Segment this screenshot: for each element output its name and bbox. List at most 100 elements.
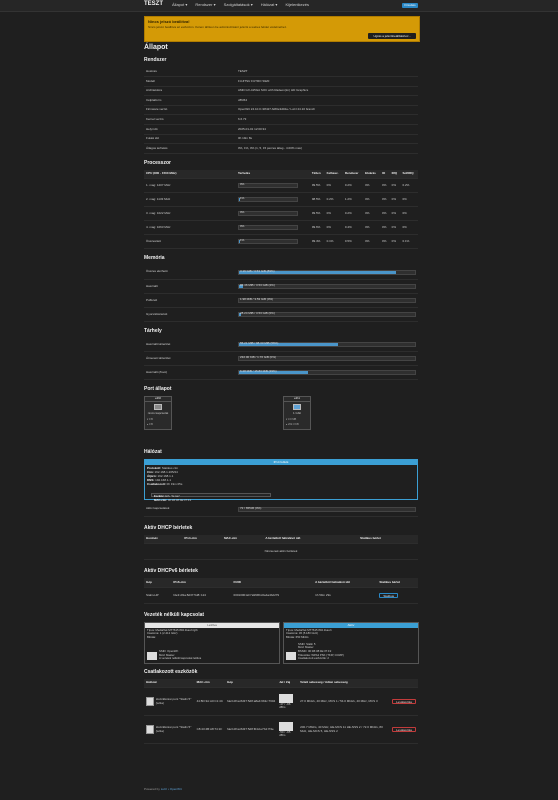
ethernet-port-icon — [154, 404, 162, 411]
cpu-row: Összesített 1% 99.4% 0.1% 0.5% 0% 0% 0% 0.1% — [144, 234, 418, 250]
cpu-softirq: 0% — [400, 206, 418, 222]
cpu-row: 2. mag: 1133 MHz 1% 98.5% 0.2% 1.2% 0% 0% 0% 0% — [144, 192, 418, 208]
lease-time: 1h 59m 29s — [313, 587, 378, 604]
usage-bar: 55.21 MiB / 98.33 MiB (56%) — [238, 341, 416, 348]
column-header: IPv6-cím — [171, 578, 232, 588]
ipv4-upstream-box: IPv4 felfelé Protokoll: Statikus cím Cím:… — [144, 459, 418, 502]
station-signal: -47 / -96 dBm — [279, 701, 291, 710]
goto-password-button[interactable]: Ugrás a jelszóbeállításhoz... — [368, 33, 416, 39]
menu-network[interactable]: Hálózat ▾ — [261, 2, 278, 8]
cpu-softirq: 0% — [400, 220, 418, 236]
system-label: Átlagos terhelés — [144, 143, 236, 154]
column-header: IPv4-cím — [182, 534, 223, 545]
dhcp6-leases-table: Gép IPv6-cím DUID A bérletből hátralévő idő… — [144, 578, 418, 604]
cpu-nice: 0% — [363, 206, 381, 222]
active-connections-label: Aktív kapcsolatok — [144, 502, 236, 517]
cpu-idle: 98.5% — [309, 192, 325, 208]
station-host: fde3:df1a:8d37:5d8:a8a4:6b3c:7604 — [225, 687, 278, 717]
cpu-io: 0% — [380, 178, 390, 194]
no-password-warning: Nincs jelszó beállítva! Nincs jelszó beá… — [144, 16, 420, 42]
system-row: Kernel verzió 6.6.73 — [144, 114, 418, 126]
station-signal: -50 / -95 dBm — [279, 729, 291, 738]
detail-value: 0h 19m 05s — [166, 482, 183, 487]
column-header: Statikus bérlet — [377, 578, 418, 588]
ipv4-detail-line: Csatlakozott: 0h 19m 05s — [147, 483, 415, 487]
wireless-overview: Letiltva Típus: MediaTek MT7615 802.11ac/… — [144, 621, 419, 666]
port-name: eth1 — [284, 397, 310, 403]
system-label: Futási idő — [144, 134, 236, 145]
system-row: Célplatform x86/64 — [144, 95, 418, 106]
column-header: MAC-cím — [222, 534, 264, 545]
port-eth1[interactable]: eth1 1 Gbit ▾ 3.0 MB ▴ 202.3 KB — [283, 396, 311, 431]
column-header: Tétlen — [309, 169, 325, 180]
footer-link[interactable]: LuCI • OpenWrt — [161, 787, 182, 791]
menu-status[interactable]: Állapot ▾ — [172, 2, 187, 8]
ports-heading: Port állapot — [144, 386, 172, 393]
cpu-softirq: 0% — [400, 192, 418, 208]
port-tx: ▴ 0 B — [147, 423, 153, 427]
memory-label: Összes elérhető — [144, 265, 236, 280]
cpu-user: 0% — [324, 220, 343, 236]
cpu-sys: 0.5% — [342, 234, 364, 250]
disconnect-button[interactable]: Leválasztás — [392, 699, 416, 705]
station-row: Hozzáférési pont "Stalin 5" (wl1a) C8:43:… — [144, 715, 418, 745]
column-header: Felhasz. — [324, 169, 343, 180]
detail-key: MAC-cím: — [154, 497, 168, 502]
usage-bar: 232.00 KiB / 1.76 GiB (0%) — [238, 356, 416, 362]
cpu-user: 0.2% — [324, 192, 343, 208]
station-network: Hozzáférési pont "Stalin 5" (wl1a) — [155, 725, 192, 733]
top-bar: TESZT Állapot ▾ Rendszer ▾ Szolgáltatáso… — [0, 0, 558, 12]
storage-label: Átmeneti tárterület — [144, 351, 236, 367]
port-eth0[interactable]: eth0 nincs kapcsolat ▾ 0 B ▴ 0 B — [144, 396, 172, 431]
cpu-softirq: 0.1% — [400, 234, 418, 250]
lease-row: Stalin-HP fde3:df1a:8d37:5d8::124 00010001… — [144, 587, 418, 604]
cpu-irq: 0% — [389, 206, 401, 222]
system-value: 6.6.73 — [236, 114, 418, 126]
column-header: Jel / Zaj — [277, 678, 299, 689]
system-value: 0h 19m 8s — [236, 134, 418, 145]
memory-label: Használt — [144, 279, 236, 294]
bar-label: 3.16 GiB / 3.53 GiB (89%) — [240, 268, 275, 273]
main-menu: Állapot ▾ Rendszer ▾ Szolgáltatások ▾ Há… — [172, 2, 309, 8]
storage-row: Használt (/boot) 6.28 MiB / 15.83 MiB (39… — [144, 365, 418, 381]
page-title: Állapot — [144, 44, 168, 51]
brand-title[interactable]: TESZT — [144, 1, 163, 8]
menu-services[interactable]: Szolgáltatások ▾ — [224, 2, 253, 8]
menu-logout[interactable]: Kijelentkezés — [285, 2, 309, 8]
processor-table: CPU (800 - 1500 MHz) Terhelés Tétlen Felhas… — [144, 169, 418, 250]
system-row: Modell FUJITSU FUTRO S920 — [144, 76, 418, 87]
menu-system[interactable]: Rendszer ▾ — [195, 2, 215, 8]
system-label: Kernel verzió — [144, 114, 236, 126]
disconnect-button[interactable]: Leválasztás — [392, 727, 416, 733]
storage-table: Használt tárterület 55.21 MiB / 98.33 MiB… — [144, 337, 418, 381]
system-label: Architektúra — [144, 86, 236, 97]
usage-bar: 1.98 MiB / 3.53 GiB (0%) — [238, 297, 416, 303]
memory-row: Használt 85.46 MiB / 3.53 GiB (2%) — [144, 279, 418, 294]
port-status: eth0 nincs kapcsolat ▾ 0 B ▴ 0 B eth1 1 … — [144, 396, 418, 446]
ethernet-port-icon — [293, 404, 301, 411]
column-header: Elvárás — [363, 169, 381, 180]
wifi-access-point-icon — [146, 697, 154, 707]
associated-heading: Csatlakozott eszközök — [144, 668, 198, 675]
radio-detail: Bitráta: — [147, 635, 156, 640]
column-header: CPU (800 - 1500 MHz) — [144, 169, 236, 180]
cpu-sys: 0.2% — [342, 206, 364, 222]
bar-label: 0% — [240, 210, 245, 215]
footer: Powered by LuCI • OpenWrt — [144, 787, 182, 792]
station-row: Hozzáférési pont "Stalin 5" (wl1a) 44:8D:… — [144, 687, 418, 717]
cpu-irq: 0% — [389, 220, 401, 236]
cpu-io: 0% — [380, 192, 390, 208]
usage-bar: 0% — [238, 225, 298, 231]
usage-bar: 28.24 MiB / 3.53 GiB (0%) — [238, 311, 416, 317]
static-lease-button[interactable]: Statikus — [379, 592, 399, 598]
cpu-nice: 0% — [363, 192, 381, 208]
refresh-indicator[interactable]: Frissítés — [402, 3, 418, 8]
cpu-nice: 0% — [363, 234, 381, 250]
bar-label: 1% — [240, 196, 245, 201]
cpu-softirq: 0.2% — [400, 178, 418, 194]
storage-row: Átmeneti tárterület 232.00 KiB / 1.76 GiB… — [144, 351, 418, 367]
usage-bar: 0% — [238, 183, 298, 189]
column-header: Gép — [225, 678, 278, 689]
usage-bar: 0% — [238, 210, 298, 217]
cpu-nice: 0% — [363, 178, 381, 194]
